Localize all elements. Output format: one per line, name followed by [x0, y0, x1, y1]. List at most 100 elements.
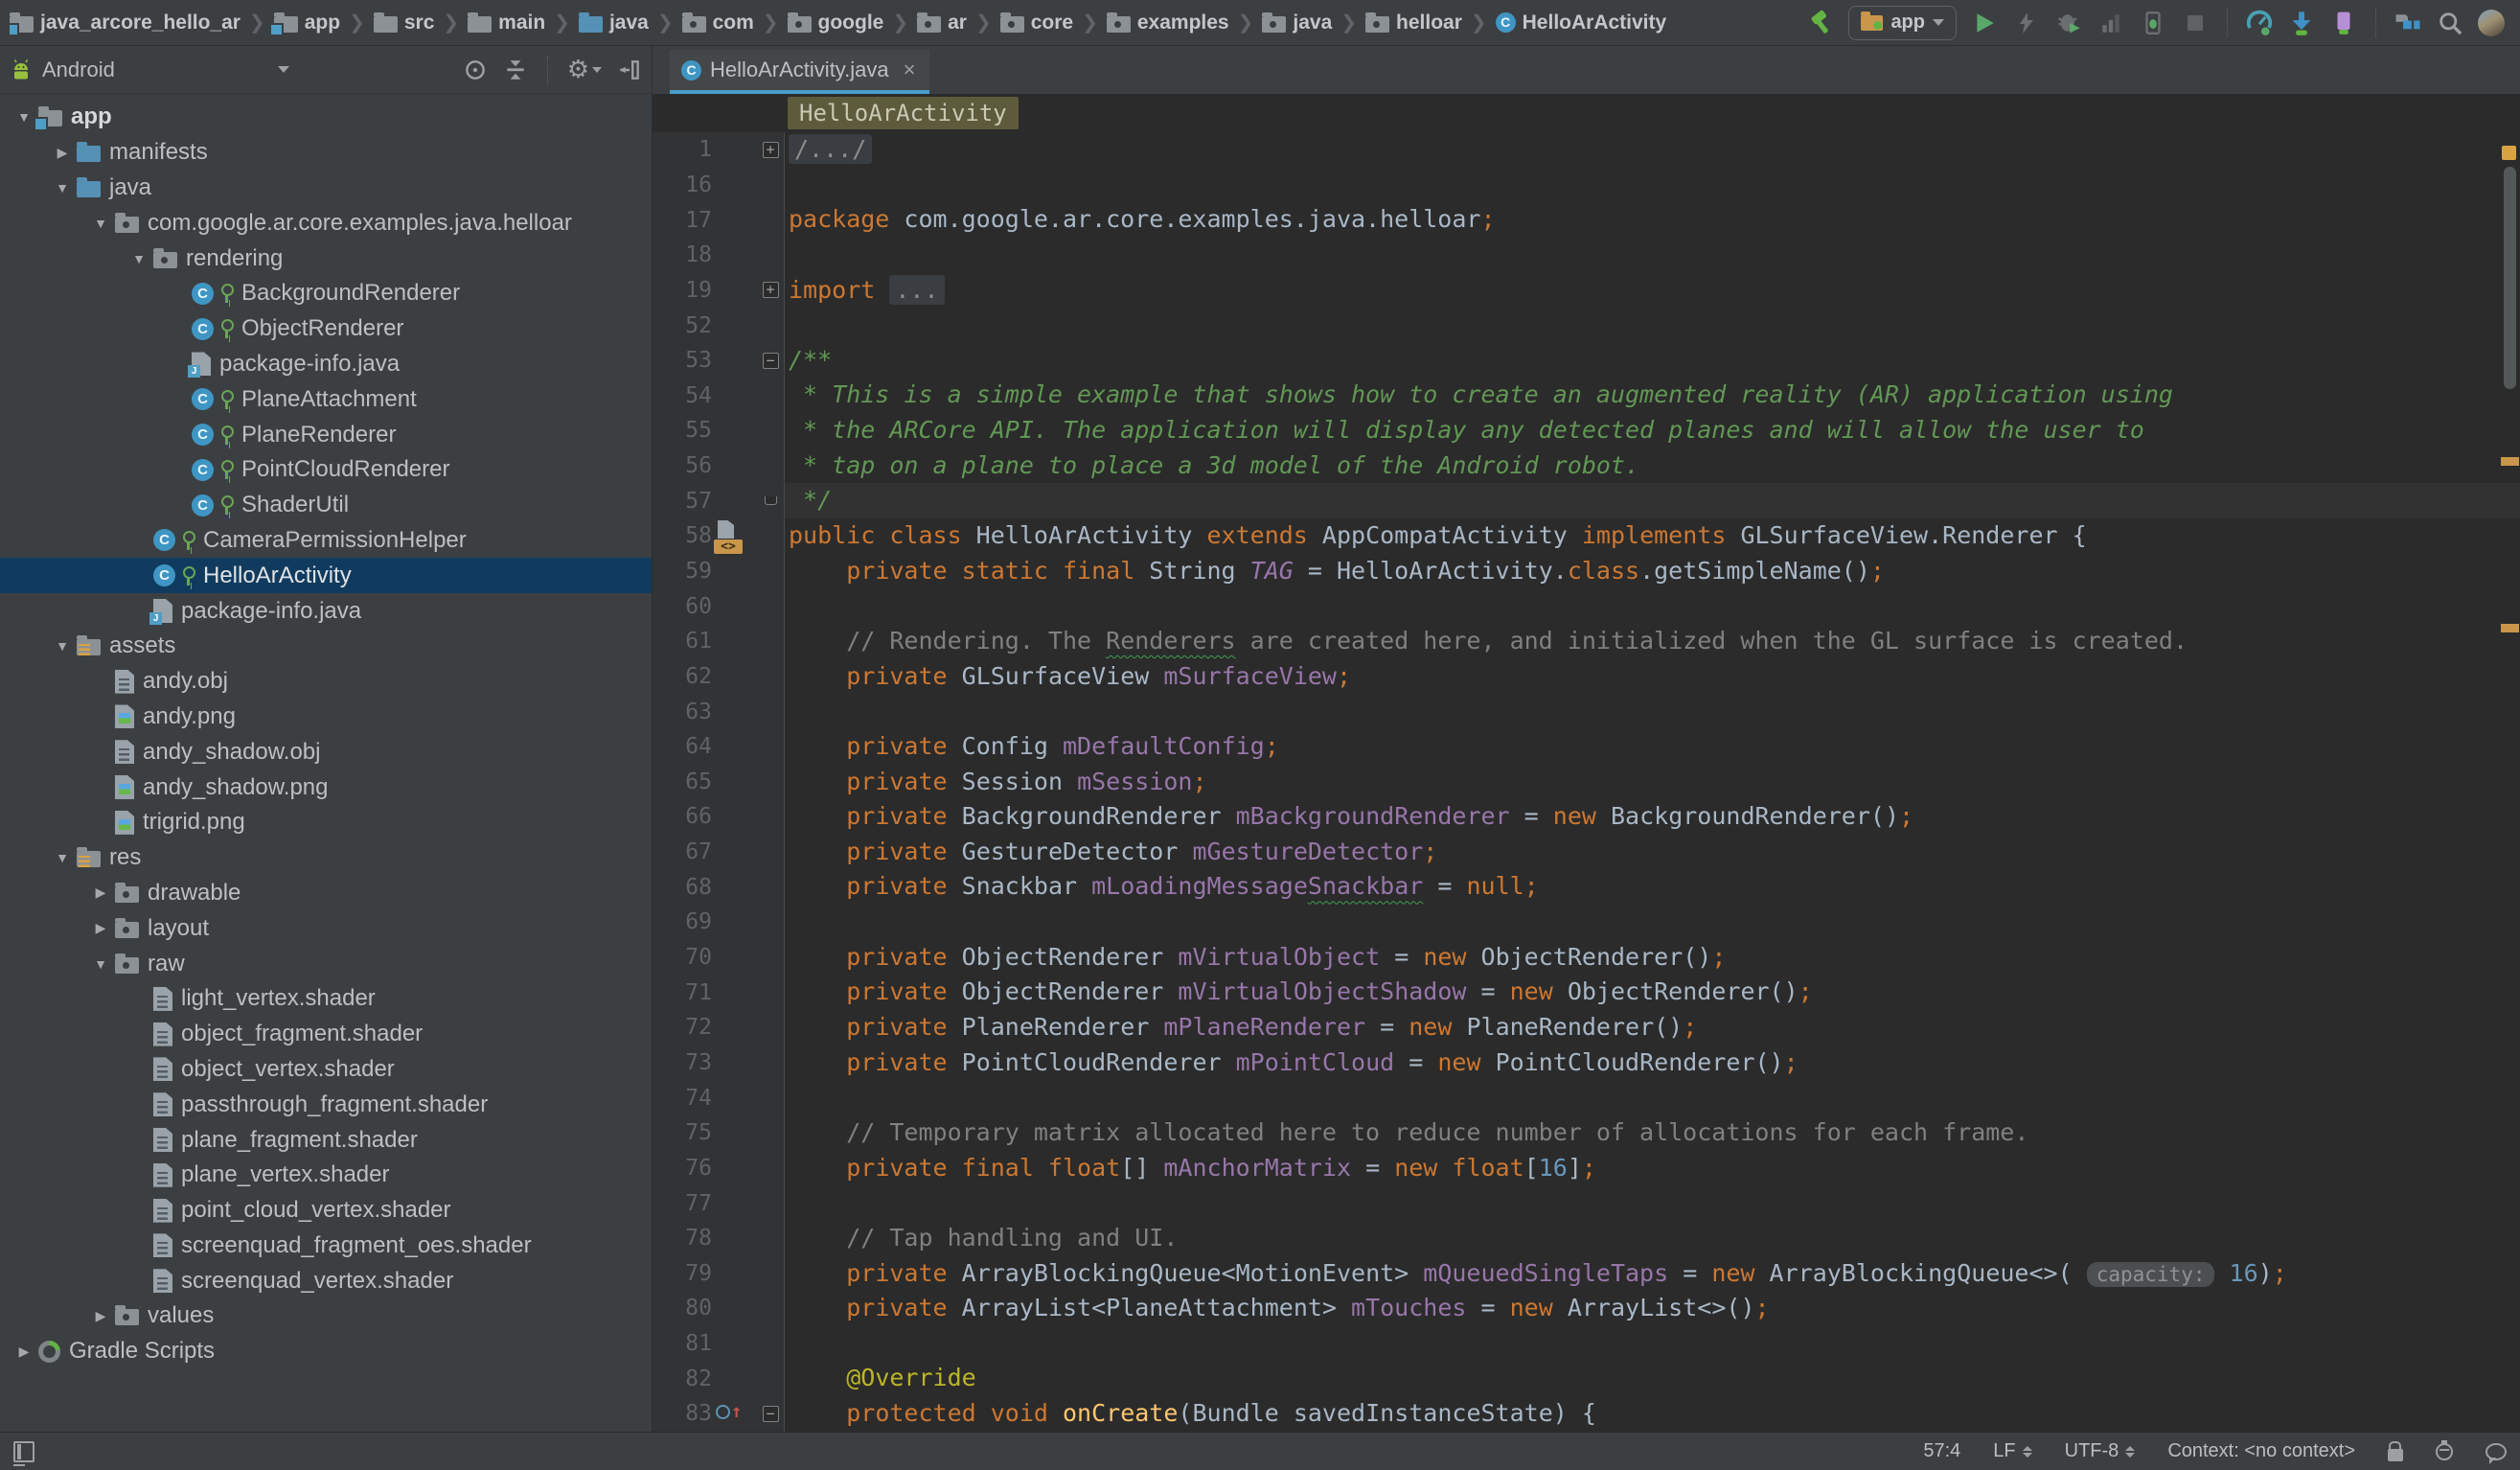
tree-closed-arrow-icon[interactable]: ▶ — [86, 920, 115, 936]
fold-marker-end[interactable] — [765, 496, 777, 505]
code-text[interactable] — [785, 168, 2520, 203]
breadcrumb-current-element[interactable]: HelloArActivity — [788, 97, 1019, 129]
tree-item-values[interactable]: ▶values — [0, 1298, 652, 1334]
tree-item-com.google.ar.core.examples.java.helloar[interactable]: ▼com.google.ar.core.examples.java.helloa… — [0, 205, 652, 241]
tree-item-raw[interactable]: ▼raw — [0, 946, 652, 981]
tree-open-arrow-icon[interactable]: ▼ — [48, 180, 77, 195]
collapse-all-icon[interactable] — [503, 57, 528, 82]
tree-open-arrow-icon[interactable]: ▼ — [86, 216, 115, 231]
warning-stripe-mark[interactable] — [2501, 624, 2519, 632]
code-text[interactable]: private ObjectRenderer mVirtualObject = … — [785, 940, 2520, 976]
code-text[interactable]: /** — [785, 343, 2520, 379]
line-ending-selector[interactable]: LF — [1993, 1440, 2031, 1462]
code-text[interactable]: */ — [785, 483, 2520, 518]
device-manager-button[interactable] — [2329, 9, 2358, 37]
tree-item-object_vertex.shader[interactable]: object_vertex.shader — [0, 1052, 652, 1088]
tree-item-object_fragment.shader[interactable]: object_fragment.shader — [0, 1017, 652, 1052]
editor-tab-helloaractivity[interactable]: HelloArActivity.java × — [670, 50, 929, 94]
code-text[interactable]: * This is a simple example that shows ho… — [785, 378, 2520, 413]
code-text[interactable]: private Config mDefaultConfig; — [785, 729, 2520, 765]
tree-open-arrow-icon[interactable]: ▼ — [48, 638, 77, 654]
tree-closed-arrow-icon[interactable]: ▶ — [86, 884, 115, 901]
tree-item-light_vertex.shader[interactable]: light_vertex.shader — [0, 981, 652, 1017]
code-text[interactable]: private static final String TAG = HelloA… — [785, 554, 2520, 589]
code-text[interactable] — [785, 1326, 2520, 1362]
breadcrumb-item-main[interactable]: main — [468, 11, 545, 34]
tree-open-arrow-icon[interactable]: ▼ — [48, 850, 77, 865]
fold-marker-plus[interactable]: + — [763, 282, 779, 298]
code-text[interactable]: @Override — [785, 1361, 2520, 1396]
tree-closed-arrow-icon[interactable]: ▶ — [10, 1344, 38, 1360]
code-text[interactable]: private GLSurfaceView mSurfaceView; — [785, 659, 2520, 695]
tree-item-plane_vertex.shader[interactable]: plane_vertex.shader — [0, 1158, 652, 1193]
code-text[interactable]: private GestureDetector mGestureDetector… — [785, 835, 2520, 870]
panel-settings-button[interactable]: ⚙ — [567, 55, 602, 84]
run-configuration-selector[interactable]: app — [1848, 6, 1957, 40]
tree-item-PlaneRenderer[interactable]: PlaneRenderer — [0, 417, 652, 452]
readonly-lock-icon[interactable] — [2388, 1449, 2403, 1461]
code-text[interactable]: private ArrayList<PlaneAttachment> mTouc… — [785, 1291, 2520, 1326]
hide-panel-icon[interactable] — [617, 57, 642, 82]
tree-item-andy_shadow.png[interactable]: andy_shadow.png — [0, 769, 652, 805]
code-text[interactable]: protected void onCreate(Bundle savedInst… — [785, 1396, 2520, 1432]
caret-position[interactable]: 57:4 — [1923, 1440, 1960, 1462]
tree-item-layout[interactable]: ▶layout — [0, 910, 652, 946]
code-text[interactable] — [785, 1185, 2520, 1221]
tree-item-java[interactable]: ▼java — [0, 171, 652, 206]
code-text[interactable]: * tap on a plane to place a 3d model of … — [785, 448, 2520, 484]
code-text[interactable] — [785, 588, 2520, 624]
tree-item-andy.obj[interactable]: andy.obj — [0, 664, 652, 700]
tree-item-point_cloud_vertex.shader[interactable]: point_cloud_vertex.shader — [0, 1193, 652, 1229]
editor-scrollbar[interactable] — [2499, 132, 2520, 1432]
tree-item-drawable[interactable]: ▶drawable — [0, 876, 652, 911]
code-text[interactable]: private final float[] mAnchorMatrix = ne… — [785, 1151, 2520, 1186]
stop-button[interactable] — [2181, 9, 2210, 37]
tree-item-package-info.java[interactable]: package-info.java — [0, 593, 652, 629]
code-text[interactable]: // Rendering. The Renderers are created … — [785, 624, 2520, 659]
scrollbar-thumb[interactable] — [2504, 167, 2516, 389]
breadcrumb-item-google[interactable]: google — [788, 11, 884, 34]
breadcrumb-item-java[interactable]: java — [1262, 11, 1332, 34]
breadcrumb-item-examples[interactable]: examples — [1107, 11, 1229, 34]
code-text[interactable]: /.../ — [785, 132, 2520, 168]
code-text[interactable] — [785, 238, 2520, 273]
code-text[interactable]: private PointCloudRenderer mPointCloud =… — [785, 1045, 2520, 1081]
related-xml-gutter-icon[interactable] — [714, 540, 743, 554]
breadcrumb-item-com[interactable]: com — [682, 11, 754, 34]
code-editor[interactable]: 1+/.../1617package com.google.ar.core.ex… — [653, 132, 2520, 1432]
breadcrumb-item-src[interactable]: src — [374, 11, 435, 34]
user-avatar[interactable] — [2478, 10, 2505, 36]
tree-item-ShaderUtil[interactable]: ShaderUtil — [0, 488, 652, 523]
tree-open-arrow-icon[interactable]: ▼ — [125, 251, 153, 266]
tree-item-screenquad_vertex.shader[interactable]: screenquad_vertex.shader — [0, 1263, 652, 1298]
tree-item-andy.png[interactable]: andy.png — [0, 700, 652, 735]
code-text[interactable] — [785, 308, 2520, 343]
debug-button[interactable] — [2054, 9, 2083, 37]
attach-debugger-button[interactable] — [2139, 9, 2167, 37]
inspection-status-indicator[interactable] — [2502, 146, 2516, 160]
tree-item-screenquad_fragment_oes.shader[interactable]: screenquad_fragment_oes.shader — [0, 1229, 652, 1264]
fold-marker-minus[interactable]: − — [763, 353, 779, 369]
tree-item-plane_fragment.shader[interactable]: plane_fragment.shader — [0, 1122, 652, 1158]
tree-item-BackgroundRenderer[interactable]: BackgroundRenderer — [0, 276, 652, 311]
tree-item-Gradle Scripts[interactable]: ▶Gradle Scripts — [0, 1334, 652, 1369]
breadcrumb-item-java_arcore_hello_ar[interactable]: java_arcore_hello_ar — [10, 11, 241, 34]
overriding-method-gutter-icon[interactable] — [716, 1405, 730, 1419]
code-text[interactable] — [785, 1080, 2520, 1115]
highlighting-level-icon[interactable] — [2436, 1443, 2453, 1460]
run-button[interactable] — [1970, 9, 1999, 37]
apply-changes-button[interactable] — [2012, 9, 2041, 37]
code-text[interactable] — [785, 694, 2520, 729]
project-structure-button[interactable] — [2394, 9, 2422, 37]
code-text[interactable]: private Session mSession; — [785, 765, 2520, 800]
close-icon[interactable]: × — [904, 57, 916, 82]
code-text[interactable]: * the ARCore API. The application will d… — [785, 413, 2520, 448]
tree-closed-arrow-icon[interactable]: ▶ — [48, 145, 77, 161]
code-text[interactable]: private Snackbar mLoadingMessageSnackbar… — [785, 869, 2520, 905]
tree-item-PlaneAttachment[interactable]: PlaneAttachment — [0, 381, 652, 417]
tree-item-rendering[interactable]: ▼rendering — [0, 241, 652, 276]
tree-item-passthrough_fragment.shader[interactable]: passthrough_fragment.shader — [0, 1087, 652, 1122]
fold-marker-minus[interactable]: − — [763, 1406, 779, 1422]
tree-item-assets[interactable]: ▼assets — [0, 629, 652, 664]
code-text[interactable] — [785, 905, 2520, 940]
